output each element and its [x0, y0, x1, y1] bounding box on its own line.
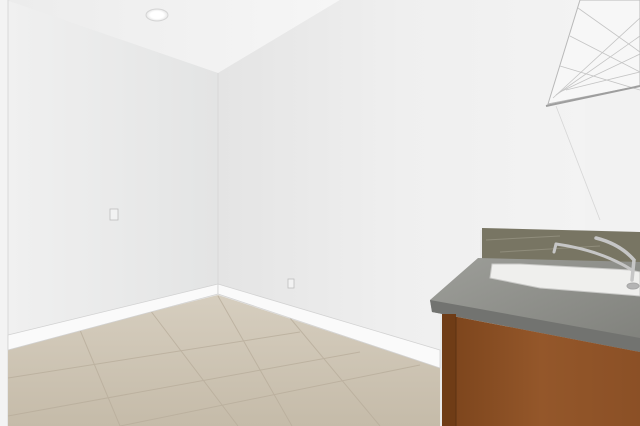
- light-switch-icon: [109, 208, 119, 221]
- door-frame: [0, 0, 8, 426]
- recessed-light-icon: [145, 8, 169, 22]
- cabinet-side: [442, 314, 456, 426]
- room-scene: [0, 0, 640, 426]
- power-outlet-icon: [287, 278, 295, 289]
